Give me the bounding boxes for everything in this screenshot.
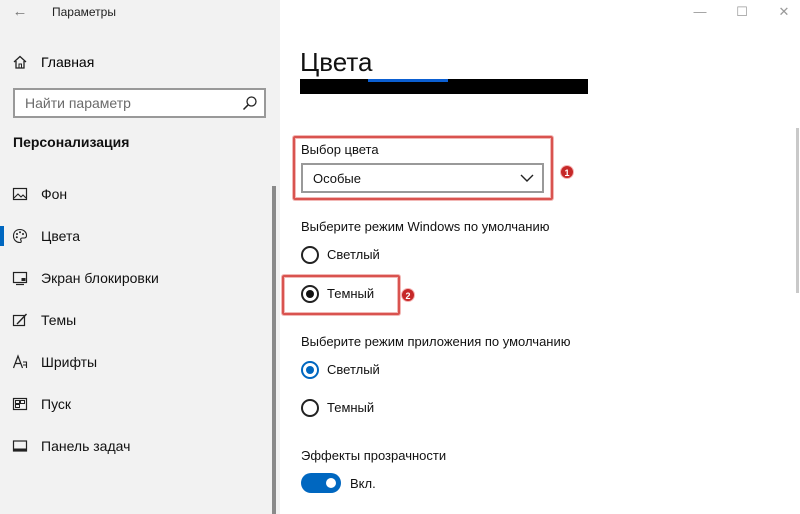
sidebar-item-background[interactable]: Фон: [0, 173, 280, 215]
transparency-label: Эффекты прозрачности: [301, 448, 447, 463]
lock-screen-icon: [12, 271, 28, 286]
close-button[interactable]: ✕: [774, 4, 794, 20]
radio-label: Светлый: [327, 247, 380, 262]
search-placeholder: Найти параметр: [25, 95, 131, 111]
start-grid-icon: [12, 397, 28, 411]
radio-button[interactable]: [301, 399, 319, 417]
search-icon[interactable]: [242, 95, 258, 111]
sidebar-item-label: Шрифты: [41, 354, 98, 370]
radio-button[interactable]: [301, 361, 319, 379]
brush-icon: [12, 313, 28, 327]
transparency-toggle[interactable]: [301, 473, 341, 493]
page-title: Цвета: [300, 47, 373, 77]
sidebar-item-label: Фон: [41, 186, 68, 202]
radio-label: Светлый: [327, 362, 380, 377]
sidebar-item-colors[interactable]: Цвета: [0, 215, 280, 257]
annotation-highlight-2: [282, 275, 400, 315]
sidebar-item-lock-screen[interactable]: Экран блокировки: [0, 257, 280, 299]
picture-icon: [12, 187, 28, 201]
annotation-badge-2: 2: [401, 288, 415, 302]
main-content: — ☐ ✕ Цвета Выбор цвета Особые Выберите …: [280, 0, 800, 514]
sidebar-item-themes[interactable]: Темы: [0, 299, 280, 341]
minimize-button[interactable]: —: [690, 4, 710, 20]
taskbar-icon: [12, 440, 28, 452]
radio-label: Темный: [327, 400, 375, 415]
sidebar-nav: Фон Цвета Экран блокировки Темы Шрифты П…: [0, 173, 280, 467]
sidebar-item-fonts[interactable]: Шрифты: [0, 341, 280, 383]
sidebar-scrollbar[interactable]: [272, 186, 276, 514]
sidebar-item-label: Панель задач: [41, 438, 131, 454]
accent-stripe: [368, 79, 448, 82]
sidebar-item-home[interactable]: Главная: [0, 50, 280, 74]
home-icon: [13, 55, 27, 69]
annotation-highlight-1: [293, 136, 553, 200]
titlebar: ← Параметры: [0, 0, 280, 24]
back-arrow-icon[interactable]: ←: [10, 3, 30, 21]
radio-button[interactable]: [301, 246, 319, 264]
color-preview-strip: [300, 79, 588, 94]
sidebar-item-label: Цвета: [41, 228, 80, 244]
section-title: Персонализация: [13, 134, 130, 150]
sidebar-item-label: Пуск: [41, 396, 72, 412]
app-title: Параметры: [52, 5, 116, 19]
toggle-state-label: Вкл.: [350, 476, 376, 491]
toggle-knob: [326, 478, 336, 488]
main-scrollbar[interactable]: [796, 128, 799, 293]
active-indicator: [0, 226, 4, 246]
sidebar: ← Параметры Главная Найти параметр Персо…: [0, 0, 280, 514]
font-icon: [12, 354, 28, 369]
annotation-badge-1: 1: [560, 165, 574, 179]
maximize-button[interactable]: ☐: [732, 4, 752, 20]
windows-mode-label: Выберите режим Windows по умолчанию: [301, 219, 550, 234]
sidebar-item-label: Темы: [41, 312, 77, 328]
palette-icon: [12, 228, 28, 244]
sidebar-item-label: Экран блокировки: [41, 270, 159, 286]
search-input[interactable]: Найти параметр: [13, 88, 266, 118]
sidebar-item-start[interactable]: Пуск: [0, 383, 280, 425]
app-mode-label: Выберите режим приложения по умолчанию: [301, 334, 571, 349]
sidebar-item-taskbar[interactable]: Панель задач: [0, 425, 280, 467]
sidebar-item-label: Главная: [41, 54, 95, 70]
